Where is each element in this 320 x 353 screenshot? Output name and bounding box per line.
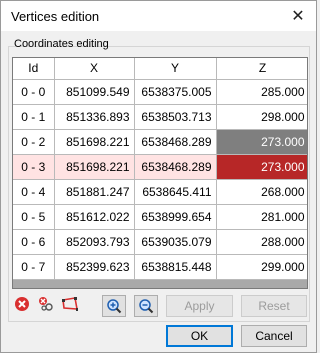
zoom-out-button[interactable] — [134, 295, 158, 317]
column-header-y[interactable]: Y — [134, 58, 217, 80]
column-header-x[interactable]: X — [54, 58, 135, 80]
apply-button[interactable]: Apply — [166, 295, 233, 317]
reset-button[interactable]: Reset — [241, 295, 307, 317]
cell-z[interactable]: 285.000 — [216, 79, 307, 105]
cell-x[interactable]: 851336.893 — [54, 104, 135, 130]
cell-y[interactable]: 6539035.079 — [134, 229, 217, 255]
cell-y[interactable]: 6538375.005 — [134, 79, 217, 105]
cell-z[interactable]: 268.000 — [216, 179, 307, 205]
delete-duplicates-icon[interactable] — [37, 295, 55, 313]
close-icon[interactable]: ✕ — [286, 4, 310, 28]
cell-y[interactable]: 6538999.654 — [134, 204, 217, 230]
cell-y[interactable]: 6538645.411 — [134, 179, 217, 205]
zoom-in-icon — [107, 299, 122, 314]
delete-vertex-icon[interactable] — [13, 295, 31, 313]
table-row[interactable]: 0 - 0 851099.549 6538375.005 285.000 — [13, 79, 307, 105]
cell-x[interactable]: 851698.221 — [54, 154, 135, 180]
cell-x[interactable]: 851698.221 — [54, 129, 135, 155]
cell-z[interactable]: 281.000 — [216, 204, 307, 230]
cell-y[interactable]: 6538815.448 — [134, 254, 217, 280]
column-header-id[interactable]: Id — [13, 58, 55, 80]
cell-z[interactable]: 299.000 — [216, 254, 307, 280]
column-header-z[interactable]: Z — [216, 58, 307, 80]
cell-x[interactable]: 851612.022 — [54, 204, 135, 230]
cancel-button[interactable]: Cancel — [241, 325, 307, 347]
cell-z-duplicate-selected[interactable]: 273.000 — [216, 154, 307, 180]
cell-z[interactable]: 298.000 — [216, 104, 307, 130]
polygon-vertices-icon[interactable] — [61, 295, 79, 313]
cell-y[interactable]: 6538468.289 — [134, 129, 217, 155]
table-row[interactable]: 0 - 6 852093.793 6539035.079 288.000 — [13, 229, 307, 255]
table-header-row: Id X Y Z — [13, 58, 307, 80]
cell-x[interactable]: 851099.549 — [54, 79, 135, 105]
group-label: Coordinates editing — [14, 38, 109, 50]
cell-id[interactable]: 0 - 4 — [13, 179, 55, 205]
cell-id[interactable]: 0 - 0 — [13, 79, 55, 105]
table-row[interactable]: 0 - 5 851612.022 6538999.654 281.000 — [13, 204, 307, 230]
cell-id[interactable]: 0 - 5 — [13, 204, 55, 230]
zoom-in-button[interactable] — [102, 295, 126, 317]
cell-y[interactable]: 6538503.713 — [134, 104, 217, 130]
cell-z-duplicate[interactable]: 273.000 — [216, 129, 307, 155]
table-row[interactable]: 0 - 1 851336.893 6538503.713 298.000 — [13, 104, 307, 130]
table-row[interactable]: 0 - 2 851698.221 6538468.289 273.000 — [13, 129, 307, 155]
cell-id[interactable]: 0 - 6 — [13, 229, 55, 255]
cell-id[interactable]: 0 - 7 — [13, 254, 55, 280]
cell-x[interactable]: 852399.623 — [54, 254, 135, 280]
coordinates-table: Id X Y Z 0 - 0 851099.549 6538375.005 28… — [13, 58, 307, 280]
cell-id[interactable]: 0 - 3 — [13, 154, 55, 180]
table-row[interactable]: 0 - 7 852399.623 6538815.448 299.000 — [13, 254, 307, 280]
cell-id[interactable]: 0 - 1 — [13, 104, 55, 130]
dialog-title: Vertices edition — [11, 9, 100, 24]
cell-id[interactable]: 0 - 2 — [13, 129, 55, 155]
ok-button[interactable]: OK — [166, 325, 233, 347]
cell-x[interactable]: 851881.247 — [54, 179, 135, 205]
coordinates-grid[interactable]: Id X Y Z 0 - 0 851099.549 6538375.005 28… — [12, 57, 308, 289]
title-bar: Vertices edition ✕ — [1, 1, 316, 31]
cell-z[interactable]: 288.000 — [216, 229, 307, 255]
cell-x[interactable]: 852093.793 — [54, 229, 135, 255]
table-row-selected[interactable]: 0 - 3 851698.221 6538468.289 273.000 — [13, 154, 307, 180]
cell-y[interactable]: 6538468.289 — [134, 154, 217, 180]
vertices-edition-dialog: Vertices edition ✕ Coordinates editing I… — [0, 0, 317, 353]
zoom-out-icon — [139, 299, 154, 314]
table-row[interactable]: 0 - 4 851881.247 6538645.411 268.000 — [13, 179, 307, 205]
